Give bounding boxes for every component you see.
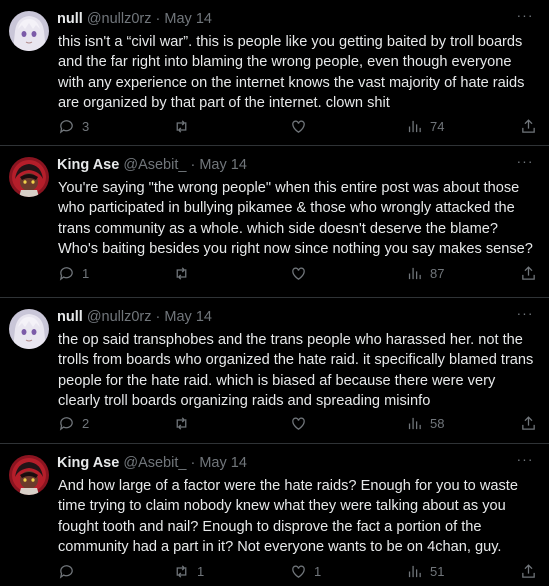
reply-count: 1 <box>82 265 90 281</box>
reply-count: 3 <box>82 118 90 134</box>
reply-button[interactable] <box>58 560 82 582</box>
reply-icon <box>59 416 73 431</box>
more-options-button[interactable]: ··· <box>515 154 535 172</box>
reply-button[interactable]: 1 <box>58 262 89 284</box>
reply-button[interactable]: 2 <box>58 412 89 434</box>
timestamp[interactable]: May 14 <box>164 309 212 325</box>
reply-icon <box>59 564 73 579</box>
analytics-icon <box>408 565 421 577</box>
separator: · <box>155 11 161 27</box>
reply-icon <box>59 119 73 134</box>
tweet[interactable]: null @nullz0rz · May 14 ··· this isn't a… <box>0 0 549 146</box>
share-icon <box>522 118 535 133</box>
analytics-icon <box>408 267 421 279</box>
share-button[interactable] <box>520 115 537 137</box>
retweet-button[interactable]: 1 <box>173 560 204 582</box>
action-bar: 3 74 <box>0 115 549 137</box>
avatar[interactable] <box>9 455 49 495</box>
retweet-icon <box>176 266 187 280</box>
views-button[interactable]: 74 <box>406 115 444 137</box>
view-count: 74 <box>430 118 445 134</box>
handle[interactable]: @nullz0rz <box>87 11 152 27</box>
tweet-header: King Ase @Asebit_ · May 14 <box>57 454 509 472</box>
reply-button[interactable]: 3 <box>58 115 89 137</box>
view-count: 58 <box>430 415 445 431</box>
display-name[interactable]: King Ase <box>57 157 119 173</box>
like-button[interactable] <box>290 412 314 434</box>
analytics-icon <box>408 417 421 429</box>
heart-icon <box>292 120 305 133</box>
view-count: 87 <box>430 265 445 281</box>
views-button[interactable]: 51 <box>406 560 444 582</box>
like-button[interactable] <box>290 262 314 284</box>
handle[interactable]: @nullz0rz <box>87 309 152 325</box>
reply-icon <box>59 266 73 281</box>
tweet-text: the op said transphobes and the trans pe… <box>58 332 534 409</box>
view-count: 51 <box>430 563 445 579</box>
action-bar: 2 58 <box>0 412 549 434</box>
tweet-text: You're saying "the wrong people" when th… <box>58 180 533 257</box>
more-options-button[interactable]: ··· <box>515 8 535 26</box>
heart-icon <box>292 565 305 578</box>
share-icon <box>522 415 535 430</box>
tweet[interactable]: null @nullz0rz · May 14 ··· the op said … <box>0 298 549 444</box>
reply-count: 2 <box>82 415 90 431</box>
separator: · <box>190 455 196 471</box>
share-icon <box>522 563 535 578</box>
reply-thread: null @nullz0rz · May 14 ··· this isn't a… <box>0 0 549 586</box>
action-bar: 1 87 <box>0 262 549 284</box>
more-options-button[interactable]: ··· <box>515 452 535 470</box>
tweet-text: And how large of a factor were the hate … <box>58 478 518 555</box>
handle[interactable]: @Asebit_ <box>123 157 186 173</box>
like-button[interactable] <box>290 115 314 137</box>
retweet-button[interactable] <box>173 262 197 284</box>
handle[interactable]: @Asebit_ <box>123 455 186 471</box>
more-options-button[interactable]: ··· <box>515 306 535 324</box>
timestamp[interactable]: May 14 <box>164 11 212 27</box>
retweet-icon <box>176 564 187 578</box>
retweet-button[interactable] <box>173 115 197 137</box>
separator: · <box>190 157 196 173</box>
action-bar: 1 1 51 <box>0 560 549 582</box>
share-icon <box>522 265 535 280</box>
tweet-text: this isn't a “civil war”. this is people… <box>58 34 525 111</box>
retweet-icon <box>176 119 187 133</box>
separator: · <box>155 309 161 325</box>
retweet-icon <box>176 416 187 430</box>
timestamp[interactable]: May 14 <box>199 455 247 471</box>
tweet-header: null @nullz0rz · May 14 <box>57 10 509 28</box>
timestamp[interactable]: May 14 <box>199 157 247 173</box>
retweet-button[interactable] <box>173 412 197 434</box>
share-button[interactable] <box>520 560 537 582</box>
share-button[interactable] <box>520 262 537 284</box>
share-button[interactable] <box>520 412 537 434</box>
tweet[interactable]: King Ase @Asebit_ · May 14 ··· And how l… <box>0 444 549 586</box>
tweet-header: null @nullz0rz · May 14 <box>57 308 509 326</box>
avatar[interactable] <box>9 309 49 349</box>
heart-icon <box>292 417 305 430</box>
analytics-icon <box>408 120 421 132</box>
avatar[interactable] <box>9 11 49 51</box>
views-button[interactable]: 58 <box>406 412 444 434</box>
avatar[interactable] <box>9 157 49 197</box>
like-count: 1 <box>314 563 322 579</box>
heart-icon <box>292 267 305 280</box>
views-button[interactable]: 87 <box>406 262 444 284</box>
tweet[interactable]: King Ase @Asebit_ · May 14 ··· You're sa… <box>0 146 549 298</box>
display-name[interactable]: null <box>57 11 83 27</box>
tweet-header: King Ase @Asebit_ · May 14 <box>57 156 509 174</box>
retweet-count: 1 <box>197 563 205 579</box>
display-name[interactable]: King Ase <box>57 455 119 471</box>
like-button[interactable]: 1 <box>290 560 321 582</box>
display-name[interactable]: null <box>57 309 83 325</box>
